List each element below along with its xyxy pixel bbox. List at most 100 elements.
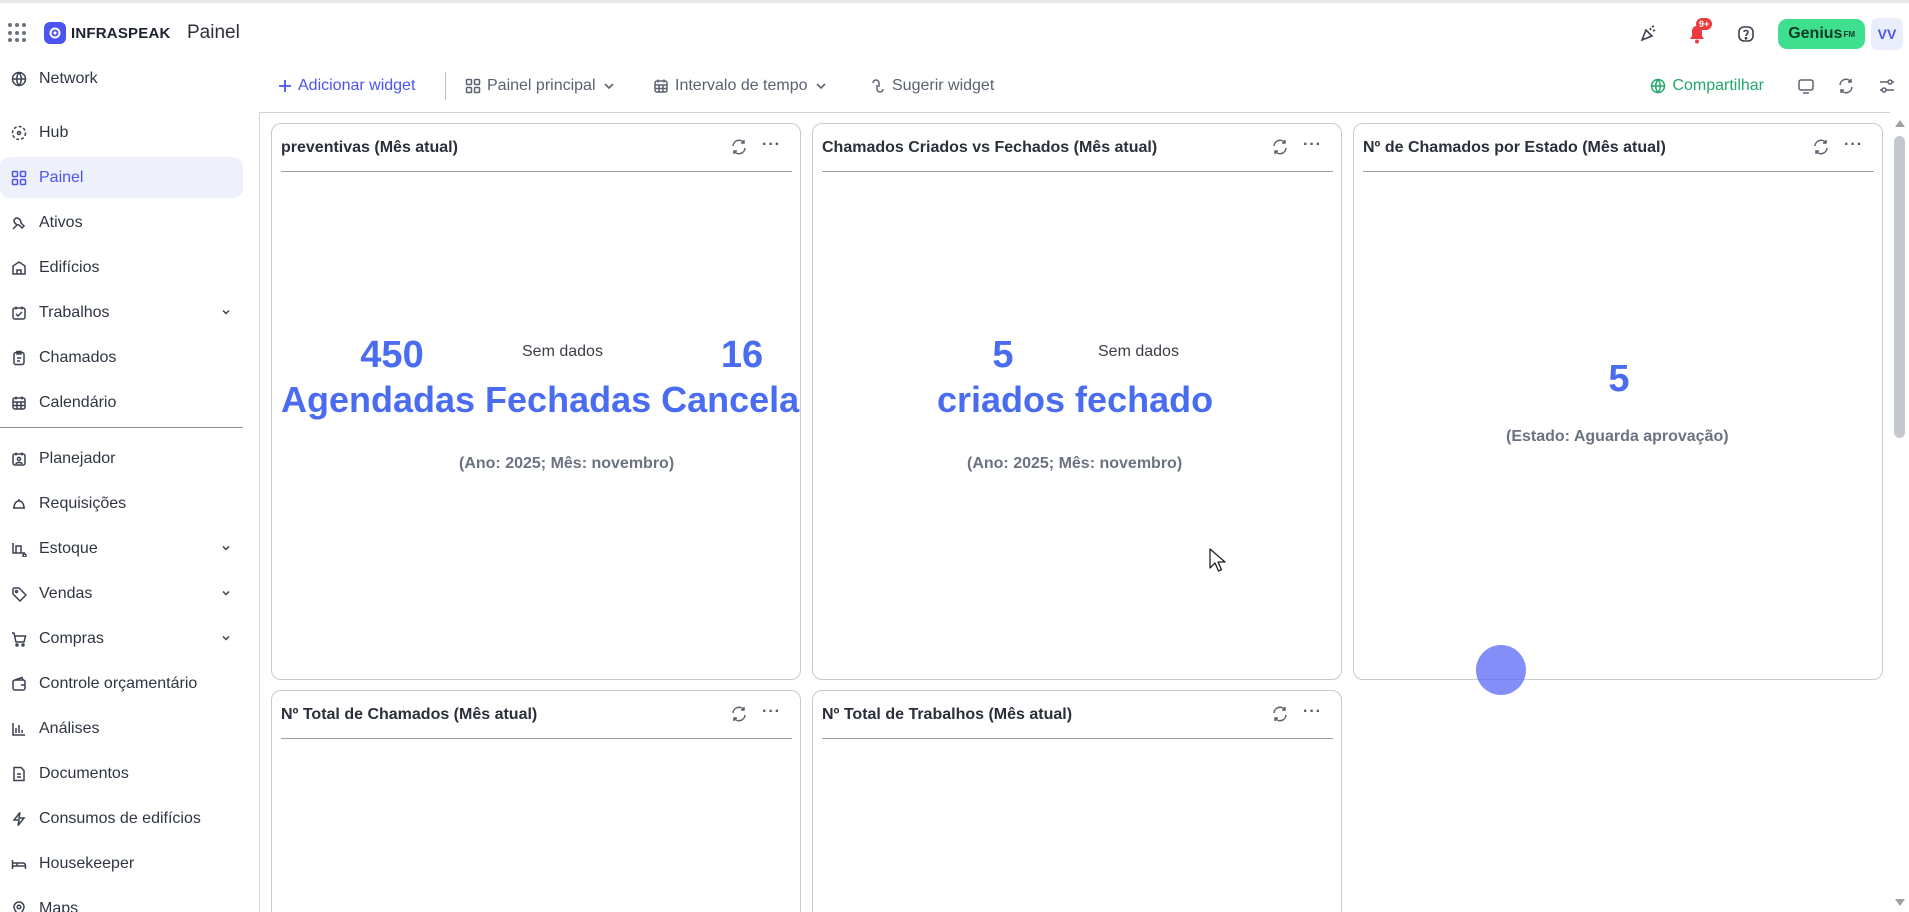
sidebar-item-vendas[interactable]: Vendas bbox=[0, 573, 243, 614]
calendar-icon bbox=[654, 79, 668, 93]
celebration-icon[interactable] bbox=[1631, 17, 1665, 51]
suggest-icon bbox=[872, 79, 884, 93]
dashboard-scrollbar[interactable] bbox=[1890, 112, 1909, 912]
widget-refresh-icon[interactable] bbox=[1271, 138, 1289, 156]
brand-logo[interactable]: INFRASPEAK bbox=[44, 22, 171, 44]
notifications-bell-icon[interactable]: 9+ bbox=[1680, 17, 1714, 51]
refresh-icon[interactable] bbox=[1832, 72, 1860, 100]
dashboard-select-label: Painel principal bbox=[487, 77, 596, 94]
time-interval-label: Intervalo de tempo bbox=[675, 77, 808, 94]
planner-icon bbox=[10, 450, 28, 468]
sidebar-item-compras[interactable]: Compras bbox=[0, 618, 243, 659]
help-icon[interactable] bbox=[1729, 17, 1763, 51]
building-icon bbox=[10, 259, 28, 277]
tag-icon bbox=[10, 585, 28, 603]
dashboard-icon bbox=[10, 169, 28, 187]
sidebar-item-estoque[interactable]: Estoque bbox=[0, 528, 243, 569]
widget-more-icon[interactable]: ··· bbox=[1303, 136, 1323, 156]
sidebar-item-label: Maps bbox=[39, 899, 79, 912]
widget-chamados-criados-fechados[interactable]: Chamados Criados vs Fechados (Mês atual)… bbox=[812, 123, 1342, 680]
bell-service-icon bbox=[10, 495, 28, 513]
widget-total-trabalhos[interactable]: Nº Total de Trabalhos (Mês atual) ··· bbox=[812, 690, 1342, 912]
widget-preventivas[interactable]: preventivas (Mês atual) ··· 450 Sem dado… bbox=[271, 123, 801, 680]
widget-title: preventivas (Mês atual) bbox=[281, 139, 458, 156]
chevron-down-icon bbox=[222, 309, 230, 315]
network-icon bbox=[10, 70, 28, 88]
genius-label: Genius bbox=[1788, 25, 1843, 42]
sidebar-item-controle-orcamentario[interactable]: Controle orçamentário bbox=[0, 663, 243, 704]
widget-total-chamados[interactable]: Nº Total de Chamados (Mês atual) ··· bbox=[271, 690, 801, 912]
sidebar-item-network[interactable]: Network bbox=[0, 67, 243, 91]
kpi-value-canceladas: 16 bbox=[720, 334, 764, 376]
widget-more-icon[interactable]: ··· bbox=[1844, 136, 1864, 156]
sidebar-item-analises[interactable]: Análises bbox=[0, 708, 243, 749]
wallet-icon bbox=[10, 675, 28, 693]
scroll-up-arrow-icon[interactable] bbox=[1895, 120, 1905, 127]
sidebar-item-label: Estoque bbox=[39, 539, 98, 557]
add-widget-button[interactable]: Adicionar widget bbox=[278, 66, 415, 106]
sidebar-item-label: Documentos bbox=[39, 764, 129, 782]
widget-title: Nº Total de Chamados (Mês atual) bbox=[281, 706, 538, 723]
widget-more-icon[interactable]: ··· bbox=[762, 136, 782, 156]
sidebar-item-label: Housekeeper bbox=[39, 854, 135, 872]
scroll-down-arrow-icon[interactable] bbox=[1895, 899, 1905, 906]
clipboard-icon bbox=[10, 349, 28, 367]
sidebar-item-consumos[interactable]: Consumos de edifícios bbox=[0, 798, 243, 839]
tv-mode-icon[interactable] bbox=[1792, 72, 1820, 100]
kpi-labels: Agendadas Fechadas Cancelad bbox=[281, 379, 801, 420]
widget-refresh-icon[interactable] bbox=[1271, 705, 1289, 723]
sidebar-item-edificios[interactable]: Edifícios bbox=[0, 247, 243, 288]
sidebar-item-trabalhos[interactable]: Trabalhos bbox=[0, 292, 243, 333]
touch-indicator bbox=[1476, 645, 1526, 695]
dashboard-icon bbox=[465, 78, 481, 94]
sidebar-item-maps[interactable]: Maps bbox=[0, 888, 243, 912]
suggest-widget-button[interactable]: Sugerir widget bbox=[870, 66, 994, 106]
widget-refresh-icon[interactable] bbox=[730, 138, 748, 156]
widget-chamados-por-estado[interactable]: Nº de Chamados por Estado (Mês atual) ··… bbox=[1353, 123, 1883, 680]
kpi-value-agendadas: 450 bbox=[360, 334, 424, 376]
add-widget-label: Adicionar widget bbox=[298, 77, 416, 94]
widget-header: preventivas (Mês atual) ··· bbox=[281, 124, 792, 172]
user-avatar[interactable]: VV bbox=[1871, 18, 1903, 50]
sidebar-item-planejador[interactable]: Planejador bbox=[0, 438, 243, 479]
sidebar-item-requisicoes[interactable]: Requisições bbox=[0, 483, 243, 524]
toolbar-divider bbox=[445, 72, 446, 100]
chevron-down-icon bbox=[222, 635, 230, 641]
scrollbar-thumb[interactable] bbox=[1894, 136, 1905, 438]
mouse-cursor-icon bbox=[1209, 548, 1226, 572]
sidebar-item-housekeeper[interactable]: Housekeeper bbox=[0, 843, 243, 884]
time-interval-select[interactable]: Intervalo de tempo bbox=[653, 66, 828, 106]
chevron-down-icon bbox=[815, 83, 826, 90]
widget-refresh-icon[interactable] bbox=[730, 705, 748, 723]
sidebar-item-label: Network bbox=[39, 70, 98, 87]
widget-header: Nº Total de Trabalhos (Mês atual) ··· bbox=[822, 691, 1333, 739]
sidebar-item-calendario[interactable]: Calendário bbox=[0, 382, 243, 423]
dashboard-select[interactable]: Painel principal bbox=[465, 66, 616, 106]
apps-grid-icon[interactable] bbox=[8, 23, 28, 43]
no-data-label: Sem dados bbox=[1098, 343, 1179, 360]
widget-header: Chamados Criados vs Fechados (Mês atual)… bbox=[822, 124, 1333, 172]
genius-button[interactable]: Genius FM bbox=[1778, 19, 1865, 49]
widget-title: Nº de Chamados por Estado (Mês atual) bbox=[1363, 139, 1666, 156]
chevron-down-icon bbox=[222, 545, 230, 551]
sidebar-item-painel[interactable]: Painel bbox=[0, 157, 243, 198]
kpi-value: 5 bbox=[1608, 358, 1630, 400]
sidebar-item-label: Planejador bbox=[39, 449, 116, 467]
hub-icon bbox=[10, 124, 28, 142]
sidebar-item-ativos[interactable]: Ativos bbox=[0, 202, 243, 243]
assets-icon bbox=[10, 214, 28, 232]
widget-refresh-icon[interactable] bbox=[1812, 138, 1830, 156]
share-button[interactable]: Compartilhar bbox=[1650, 66, 1764, 106]
sidebar-item-label: Ativos bbox=[39, 213, 83, 231]
share-label: Compartilhar bbox=[1672, 77, 1764, 94]
widget-more-icon[interactable]: ··· bbox=[762, 703, 782, 723]
sidebar-item-documentos[interactable]: Documentos bbox=[0, 753, 243, 794]
brand-name: INFRASPEAK bbox=[71, 24, 171, 42]
settings-sliders-icon[interactable] bbox=[1873, 72, 1901, 100]
bed-icon bbox=[10, 855, 28, 873]
suggest-widget-label: Sugerir widget bbox=[892, 77, 995, 94]
sidebar-item-chamados[interactable]: Chamados bbox=[0, 337, 243, 378]
widget-more-icon[interactable]: ··· bbox=[1303, 703, 1323, 723]
bar-chart-icon bbox=[10, 720, 28, 738]
sidebar-item-hub[interactable]: Hub bbox=[0, 112, 243, 153]
